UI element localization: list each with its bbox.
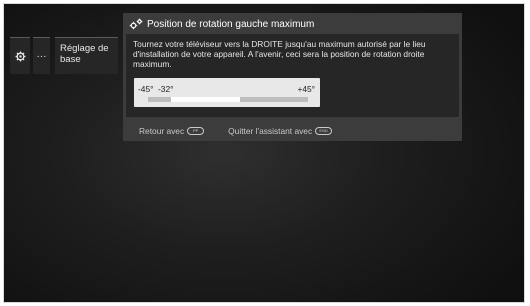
quit-hint-text: Quitter l'assistant avec [228, 126, 313, 136]
dialog-header: Position de rotation gauche maximum [129, 18, 314, 30]
slider-min-label: -45° [138, 84, 154, 94]
dialog-title: Position de rotation gauche maximum [147, 18, 315, 30]
slider-range-fill [171, 97, 240, 102]
gear-icon [15, 51, 25, 61]
rotation-slider[interactable]: -45° -32° +45° [134, 78, 320, 107]
breadcrumb-ellipsis[interactable]: ··· [33, 37, 50, 74]
menu-tile-basic-settings[interactable]: Réglage de base [55, 37, 118, 74]
slider-track[interactable] [148, 97, 308, 102]
dialog-footer: Retour avec PP Quitter l'assistant avec … [139, 126, 333, 136]
pp-key-icon[interactable]: PP [187, 127, 205, 135]
back-hint-text: Retour avec [139, 126, 185, 136]
instructions-text: Tournez votre téléviseur vers la DROITE … [133, 39, 426, 70]
end-key-icon[interactable]: END [315, 127, 333, 135]
dialog-body: Tournez votre téléviseur vers la DROITE … [126, 34, 459, 117]
rotation-wizard-dialog: Position de rotation gauche maximum Tour… [123, 13, 462, 141]
ellipsis-label: ··· [36, 50, 47, 62]
basic-settings-label: Réglage de base [60, 43, 109, 65]
slider-max-label: +45° [297, 84, 315, 94]
settings-menu-tile[interactable] [10, 37, 30, 74]
slider-current-value: -32° [158, 84, 174, 94]
tv-screen: ··· Réglage de base Position de rotation… [3, 3, 525, 303]
gears-icon [129, 18, 143, 30]
